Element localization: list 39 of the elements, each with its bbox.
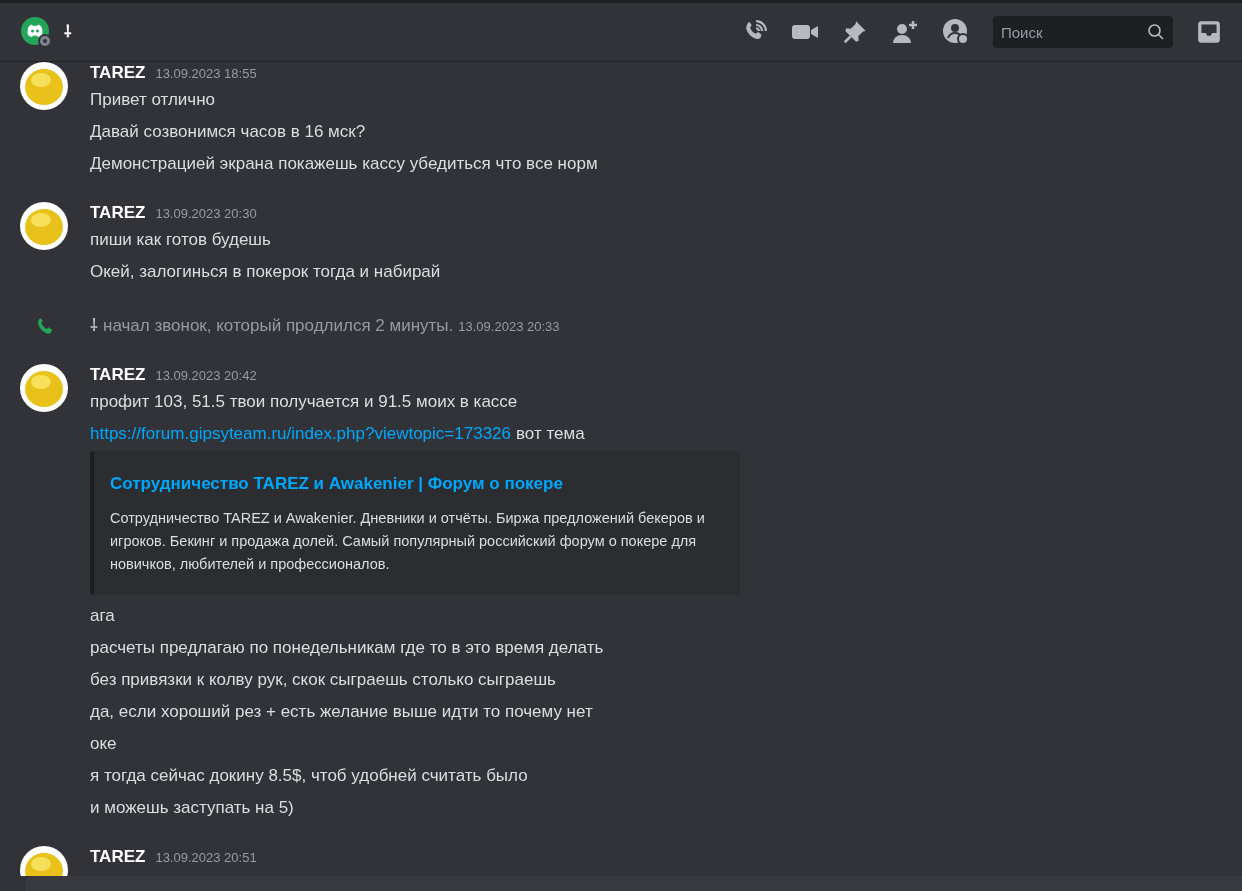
message-text: и можешь заступать на 5) [90,796,295,819]
message-text: пиши как готов будешь [90,229,272,251]
message-text: Окей, залогинься в покерок тогда и набирай [90,261,441,283]
message-text: Давай созвонимся часов в 16 мск? [90,121,367,143]
username: TAREZ [90,845,146,868]
message-text: расчеты предлагаю по понедельникам где то в это время делать [90,636,605,659]
message-text: Привет отлично [90,89,217,111]
username: TAREZ [90,62,146,84]
user-profile-icon[interactable] [942,18,970,46]
embed-description: Сотрудничество TAREZ и Awakenier. Дневники и отчёты. Биржа предложений бекеров и игроков. Бекинг и продажа долей. Самый популярный российский форум о покере для новичков, любителей и профессионалов. [110,508,706,574]
embed-title[interactable]: Сотрудничество TAREZ и Awakenier | Форум о покере [110,471,724,497]
link[interactable]: https://forum.gipsyteam.ru/index.php?viewtopic=173326 [90,418,511,450]
username: TAREZ [90,202,146,224]
caller-name: ⸸ [90,315,98,338]
call-event-text: начал звонок, который продлился 2 минуты. [103,315,454,338]
discord-avatar-icon [20,16,52,48]
phone-icon [35,316,55,336]
pin-icon[interactable] [842,19,868,45]
message-text: вот тема [516,423,585,445]
username: TAREZ [90,364,146,386]
message-text: да, если хороший рез + есть желание выше идти то почему нет [90,700,594,723]
message-text: без привязки к колву рук, скок сыграешь столько сыграешь [90,668,557,691]
add-user-icon[interactable] [891,19,919,45]
timestamp: 13.09.2023 20:33 [458,318,560,337]
avatar[interactable] [20,62,68,110]
timestamp: 13.09.2023 20:42 [155,367,257,385]
message-text: я тогда сейчас докину 8.5$, чтоб удобней считать было [90,764,529,787]
timestamp: 13.09.2023 20:51 [155,848,257,867]
message-text: профит 103, 51.5 твои получается и 91.5 моих в кассе [90,391,519,413]
avatar[interactable] [20,202,68,250]
inbox-icon[interactable] [1196,19,1222,45]
channel-name: ⸸ [64,22,72,42]
message-text: Демонстрацией экрана покажешь кассу убедиться что все норм [90,153,598,175]
message-text: ага [90,604,116,627]
timestamp: 13.09.2023 18:55 [155,65,257,83]
avatar[interactable] [20,364,68,412]
message-text: оке [90,732,118,755]
search-icon [1147,23,1165,41]
timestamp: 13.09.2023 20:30 [155,205,257,223]
